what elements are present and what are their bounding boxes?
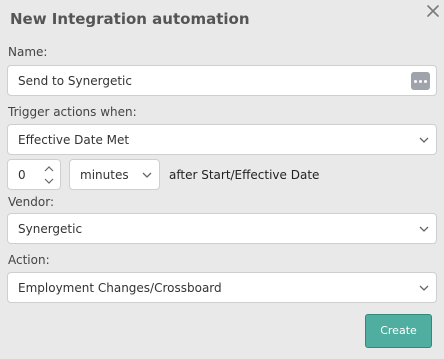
- vendor-label: Vendor:: [8, 195, 54, 209]
- integration-automation-dialog: New Integration automation Name: Send to…: [0, 0, 444, 359]
- dialog-title: New Integration automation: [10, 10, 250, 28]
- offset-unit-value: minutes: [80, 168, 129, 182]
- action-label: Action:: [8, 253, 50, 267]
- chevron-down-icon: [419, 137, 429, 143]
- action-select[interactable]: Employment Changes/Crossboard: [7, 272, 437, 303]
- stepper-arrows-icon[interactable]: [43, 163, 55, 187]
- vendor-select[interactable]: Synergetic: [7, 213, 437, 244]
- offset-amount-stepper[interactable]: 0: [7, 159, 61, 190]
- close-icon[interactable]: [425, 3, 441, 19]
- name-input[interactable]: Send to Synergetic: [7, 65, 437, 96]
- offset-suffix-text: after Start/Effective Date: [169, 168, 320, 182]
- trigger-selected-value: Effective Date Met: [18, 133, 130, 147]
- name-value: Send to Synergetic: [18, 74, 132, 88]
- offset-unit-select[interactable]: minutes: [69, 159, 160, 190]
- trigger-select[interactable]: Effective Date Met: [7, 124, 437, 155]
- chevron-down-icon: [419, 285, 429, 291]
- name-label: Name:: [8, 45, 48, 59]
- vendor-selected-value: Synergetic: [18, 222, 83, 236]
- create-button[interactable]: Create: [365, 314, 432, 348]
- offset-amount-value: 0: [18, 168, 26, 182]
- action-selected-value: Employment Changes/Crossboard: [18, 281, 222, 295]
- ellipsis-icon[interactable]: [411, 72, 430, 90]
- chevron-down-icon: [142, 172, 152, 178]
- chevron-down-icon: [419, 226, 429, 232]
- trigger-label: Trigger actions when:: [8, 105, 137, 119]
